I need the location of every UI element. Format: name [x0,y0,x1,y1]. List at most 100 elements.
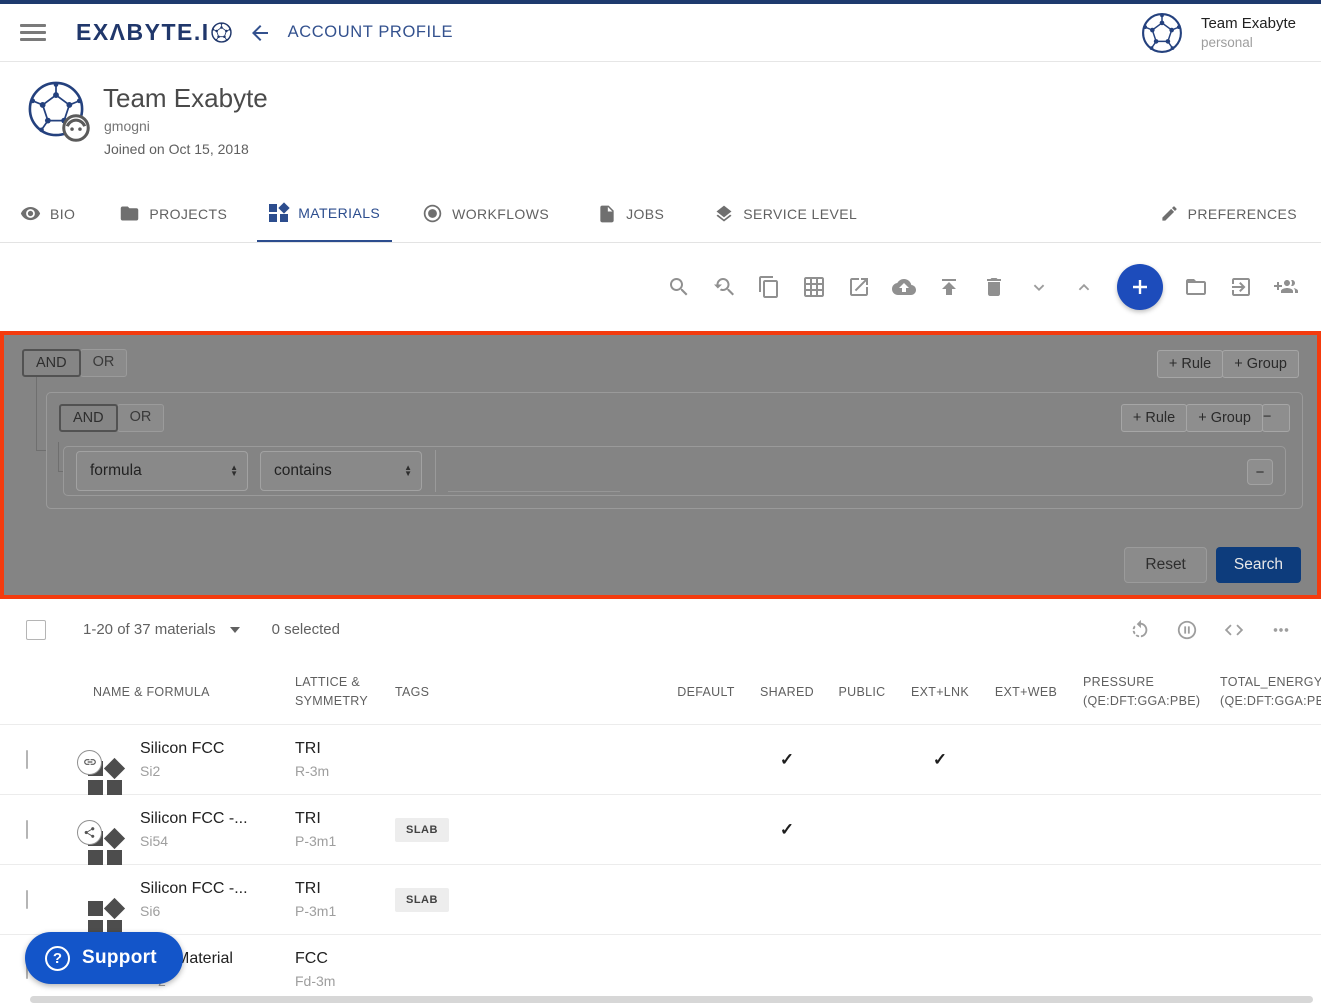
layers-icon [714,204,734,224]
rule-value-input[interactable] [448,466,620,492]
grid-icon[interactable] [802,275,826,299]
tab-workflows[interactable]: WORKFLOWS [410,185,561,242]
rule-field-select[interactable]: formula ▲▼ [76,451,248,491]
tab-label: WORKFLOWS [452,206,549,222]
query-rule-row: formula ▲▼ contains ▲▼ − [63,446,1286,496]
tab-jobs[interactable]: JOBS [585,185,676,242]
material-formula: Si2 [140,764,272,778]
app-bar: EXΛBYTE.I ACCOUNT PROFILE [0,4,1321,62]
chevron-up-icon[interactable] [1072,275,1096,299]
exit-to-app-icon[interactable] [1229,275,1253,299]
profile-handle: gmogni [104,118,150,134]
chevron-down-icon[interactable] [1027,275,1051,299]
publish-icon[interactable] [937,275,961,299]
table-row[interactable]: Silicon FCC Si2 TRIR-3m ✓ ✓ [0,725,1321,795]
code-icon[interactable] [1222,618,1246,642]
tag-pill: SLAB [395,888,449,912]
soccer-ball-logo-icon [211,22,232,43]
shared-check: ✓ [750,750,824,770]
select-arrows-icon: ▲▼ [230,465,238,477]
reset-button[interactable]: Reset [1124,547,1207,583]
tab-label: JOBS [626,206,664,222]
caret-down-icon [230,627,240,633]
add-group-button[interactable]: + Group [1186,404,1263,432]
tab-label: SERVICE LEVEL [743,206,857,222]
profile-name: Team Exabyte [103,83,268,114]
material-formula: Si6 [140,904,272,918]
menu-icon[interactable] [20,20,48,45]
folder-icon [119,203,140,224]
lattice-cell: TRIP-3m1 [272,881,372,918]
more-horiz-icon[interactable] [1269,618,1293,642]
tab-label: PREFERENCES [1188,206,1297,222]
account-profile-page: EXΛBYTE.I ACCOUNT PROFILE [0,0,1321,1004]
copy-icon[interactable] [757,275,781,299]
page-title: ACCOUNT PROFILE [288,23,453,42]
column-header-shared: SHARED [750,683,824,702]
outer-and-or-toggle: AND OR [22,349,127,377]
tab-service-level[interactable]: SERVICE LEVEL [702,185,869,242]
tags-cell: SLAB [372,888,662,912]
remove-group-button[interactable]: − [1262,404,1290,432]
tab-bio[interactable]: BIO [8,185,87,242]
and-button[interactable]: AND [22,349,81,377]
material-name: Silicon FCC -... [140,881,272,897]
open-in-new-icon[interactable] [847,275,871,299]
table-header: NAME & FORMULA LATTICE & SYMMETRY TAGS D… [0,660,1321,725]
tab-preferences[interactable]: PREFERENCES [1148,185,1309,242]
search-history-icon[interactable] [712,275,736,299]
material-formula: Si54 [140,834,272,848]
materials-squares-icon [269,203,289,223]
tab-label: MATERIALS [298,205,380,221]
logo-text: EXΛBYTE.I [76,19,210,46]
query-builder-panel: AND OR + Rule + Group AND OR + Rule + Gr… [0,331,1321,599]
table-row[interactable]: Silicon FCC -... Si6 TRIP-3m1 SLAB [0,865,1321,935]
delete-icon[interactable] [982,275,1006,299]
and-button[interactable]: AND [59,404,118,432]
group-add-icon[interactable] [1274,275,1298,299]
support-button[interactable]: ? Support [25,932,183,984]
rule-field-value: formula [90,462,142,480]
or-button[interactable]: OR [117,404,165,432]
pagination-label: 1-20 of 37 materials [83,621,216,638]
table-row[interactable]: Silicon FCC -... Si54 TRIP-3m1 SLAB ✓ [0,795,1321,865]
or-button[interactable]: OR [80,349,128,377]
selected-count: 0 selected [272,621,340,638]
add-rule-button[interactable]: + Rule [1121,404,1187,432]
eye-icon [20,203,41,224]
search-icon[interactable] [667,275,691,299]
pause-circle-icon[interactable] [1175,618,1199,642]
column-header-tags: TAGS [372,683,662,702]
horizontal-scrollbar[interactable] [30,996,1313,1003]
cloud-upload-icon[interactable] [892,275,916,299]
add-fab-icon[interactable] [1117,264,1163,310]
column-header-default: DEFAULT [662,683,750,702]
add-rule-button[interactable]: + Rule [1157,350,1223,378]
row-checkbox[interactable] [26,890,28,909]
name-formula-cell: Silicon FCC Si2 [140,741,272,778]
select-arrows-icon: ▲▼ [404,465,412,477]
query-builder-footer: Reset Search [1124,547,1301,583]
refresh-icon[interactable] [1128,618,1152,642]
link-badge-icon [77,750,102,775]
search-button[interactable]: Search [1216,547,1301,583]
remove-rule-button[interactable]: − [1247,459,1273,485]
tab-label: BIO [50,206,75,222]
back-arrow-icon[interactable] [248,21,272,45]
pagination-dropdown[interactable]: 1-20 of 37 materials [83,621,240,638]
select-all-checkbox[interactable] [26,620,46,640]
table-row[interactable]: Material 2 FCCFd-3m [0,935,1321,1004]
column-header-ext-lnk: EXT+LNK [900,683,980,702]
row-checkbox[interactable] [26,820,28,839]
rule-operator-select[interactable]: contains ▲▼ [260,451,422,491]
exabyte-logo[interactable]: EXΛBYTE.I [76,19,232,46]
account-chip[interactable]: Team Exabyte personal [1141,12,1296,54]
tab-projects[interactable]: PROJECTS [107,185,239,242]
row-checkbox[interactable] [26,750,28,769]
add-group-button[interactable]: + Group [1222,350,1299,378]
folder-icon[interactable] [1184,275,1208,299]
ext-lnk-check: ✓ [900,750,980,770]
column-header-name-formula: NAME & FORMULA [62,683,272,702]
tab-materials[interactable]: MATERIALS [257,185,392,242]
profile-tabs: BIO PROJECTS MATERIALS WORKFLOWS JOBS SE… [0,185,1321,243]
